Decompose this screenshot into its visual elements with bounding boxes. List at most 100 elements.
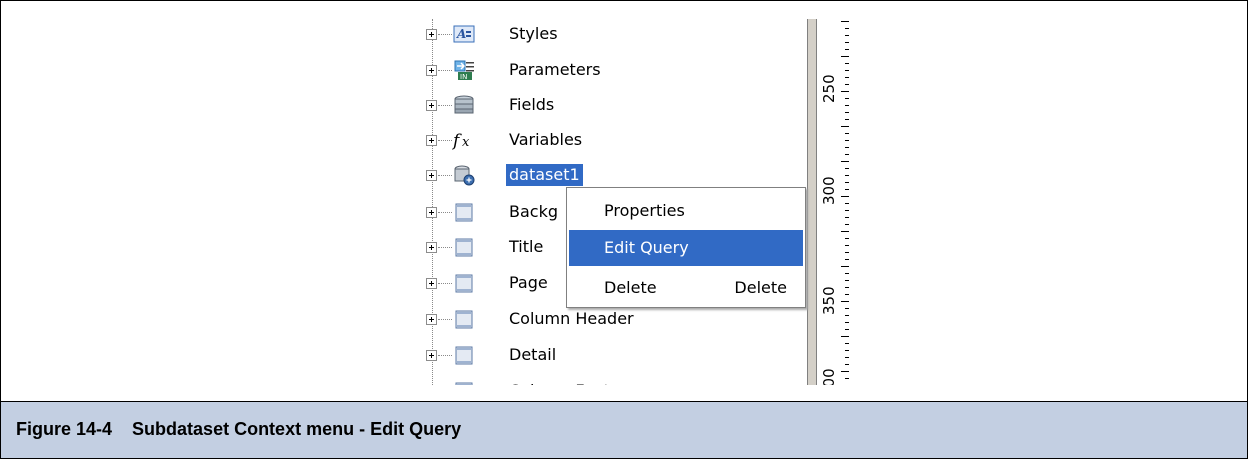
- ruler-tick: [841, 231, 849, 232]
- menu-item-properties[interactable]: Properties: [569, 193, 803, 229]
- report-inspector-screenshot: A Styles IN Parameters Fields f x Variables data…: [416, 19, 860, 385]
- ruler-tick: [845, 203, 849, 204]
- tree-item[interactable]: f x Variables: [416, 122, 807, 158]
- ruler-mark: 250: [820, 74, 838, 103]
- svg-text:IN: IN: [460, 73, 467, 81]
- expand-icon[interactable]: [426, 242, 437, 253]
- band-icon: [452, 379, 476, 385]
- tree-item-label: Column Header: [509, 309, 634, 328]
- menu-item-label: Delete: [604, 278, 657, 297]
- ruler-tick: [845, 105, 849, 106]
- ruler-tick: [845, 175, 849, 176]
- tree-item[interactable]: Fields: [416, 87, 807, 123]
- ruler-tick: [841, 56, 849, 57]
- tree-connector: [438, 34, 452, 35]
- tree-connector: [438, 70, 452, 71]
- ruler-tick: [845, 287, 849, 288]
- ruler-tick: [845, 259, 849, 260]
- expand-icon[interactable]: [426, 65, 437, 76]
- caption-text: Figure 14-4 Subdataset Context menu - Ed…: [16, 419, 461, 440]
- ruler-tick: [841, 266, 849, 267]
- figure-caption: Figure 14-4 Subdataset Context menu - Ed…: [1, 401, 1247, 458]
- tree-item[interactable]: Detail: [416, 337, 807, 373]
- expand-icon[interactable]: [426, 314, 437, 325]
- expand-icon[interactable]: [426, 278, 437, 289]
- tree-connector: [438, 355, 452, 356]
- ruler-tick: [845, 315, 849, 316]
- tree-item[interactable]: Column Footer: [416, 373, 807, 385]
- figure-number: Figure 14-4: [16, 419, 113, 439]
- ruler-tick: [845, 273, 849, 274]
- tree-item-label: Backg: [509, 202, 558, 221]
- ruler-tick: [845, 210, 849, 211]
- tree-connector: [438, 105, 452, 106]
- tree-item-label: Styles: [509, 24, 558, 43]
- ruler-tick: [845, 49, 849, 50]
- ruler-tick: [845, 154, 849, 155]
- band-icon: [452, 235, 476, 259]
- ruler-tick: [845, 133, 849, 134]
- ruler-tick: [841, 336, 849, 337]
- ruler-tick: [845, 42, 849, 43]
- svg-text:A: A: [456, 27, 466, 41]
- ruler-tick: [845, 245, 849, 246]
- ruler-tick: [845, 378, 849, 379]
- ruler-tick: [845, 77, 849, 78]
- vertical-ruler: 250 300 350 400: [807, 19, 860, 385]
- ruler-tick: [841, 371, 849, 372]
- fields-icon: [452, 93, 476, 117]
- tree-item-label: dataset1: [506, 164, 583, 186]
- ruler-tick: [845, 224, 849, 225]
- tree-item-label: Detail: [509, 345, 557, 364]
- ruler-tick: [845, 343, 849, 344]
- menu-item-shortcut: Delete: [734, 278, 787, 297]
- ruler-tick: [845, 147, 849, 148]
- menu-item-label: Edit Query: [604, 238, 689, 257]
- tree-connector: [438, 140, 452, 141]
- ruler-tick: [841, 301, 849, 302]
- expand-icon[interactable]: [426, 350, 437, 361]
- expand-icon[interactable]: [426, 100, 437, 111]
- ruler-tick: [845, 238, 849, 239]
- ruler-tick: [845, 280, 849, 281]
- styles-icon: A: [452, 22, 476, 46]
- parameters-icon: IN: [452, 58, 476, 82]
- ruler-tick: [845, 357, 849, 358]
- tree-item[interactable]: A Styles: [416, 19, 807, 52]
- tree-connector: [438, 319, 452, 320]
- tree-item[interactable]: IN Parameters: [416, 52, 807, 88]
- expand-icon[interactable]: [426, 170, 437, 181]
- band-icon: [452, 307, 476, 331]
- svg-text:x: x: [462, 135, 470, 150]
- ruler-tick: [841, 161, 849, 162]
- tree-connector: [438, 175, 452, 176]
- ruler-tick: [845, 28, 849, 29]
- tree-connector: [438, 212, 452, 213]
- tree-item-label: Parameters: [509, 60, 601, 79]
- ruler-tick: [845, 364, 849, 365]
- expand-icon[interactable]: [426, 135, 437, 146]
- ruler-tick: [845, 329, 849, 330]
- ruler-mark: 350: [820, 286, 838, 315]
- expand-icon[interactable]: [426, 29, 437, 40]
- ruler-tick: [845, 322, 849, 323]
- tree-item-label: Fields: [509, 95, 555, 114]
- ruler-mark: 300: [820, 176, 838, 205]
- svg-text:f: f: [452, 131, 462, 151]
- ruler-mark: 400: [820, 368, 838, 385]
- figure-title: Subdataset Context menu - Edit Query: [132, 419, 462, 439]
- menu-item-delete[interactable]: Delete Delete: [569, 270, 803, 306]
- ruler-tick: [845, 217, 849, 218]
- ruler-tick: [845, 84, 849, 85]
- ruler-tick: [845, 308, 849, 309]
- ruler-tick: [845, 98, 849, 99]
- expand-icon[interactable]: [426, 207, 437, 218]
- ruler-edge: [807, 19, 817, 385]
- ruler-tick: [845, 294, 849, 295]
- ruler-tick: [845, 112, 849, 113]
- band-icon: [452, 200, 476, 224]
- menu-item-edit-query[interactable]: Edit Query: [569, 230, 803, 266]
- band-icon: [452, 343, 476, 367]
- tree-connector: [438, 247, 452, 248]
- ruler-tick: [845, 182, 849, 183]
